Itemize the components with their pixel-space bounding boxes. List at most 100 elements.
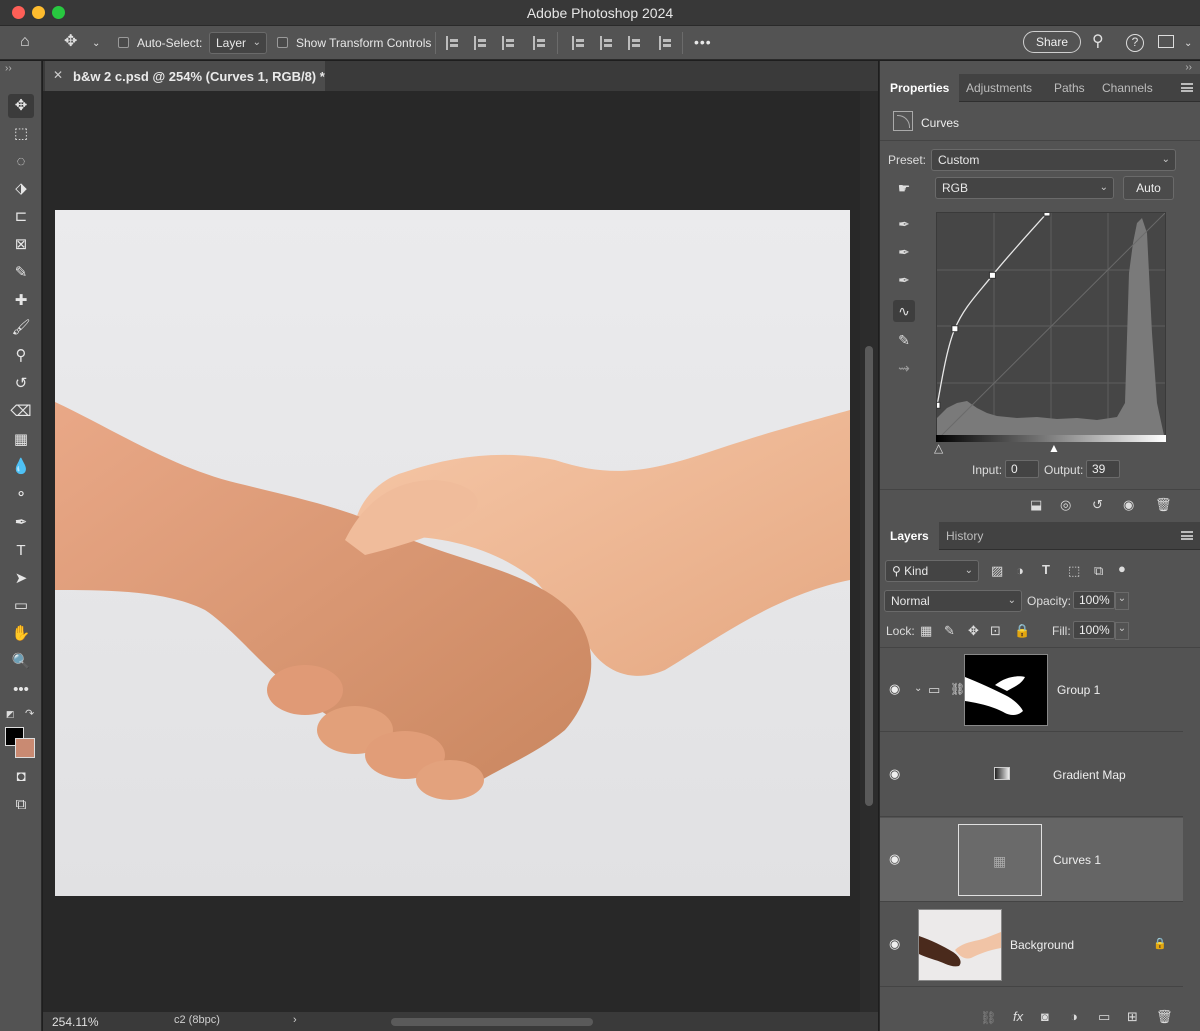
curve-control-point[interactable] bbox=[933, 401, 941, 409]
new-layer-icon[interactable]: ⊞ bbox=[1127, 1009, 1138, 1025]
layer-row-group-1[interactable]: ◉ ⌄ ▭ ⛓ Group 1 bbox=[880, 648, 1183, 732]
new-group-icon[interactable]: ▭ bbox=[1098, 1009, 1110, 1025]
default-colors-icon[interactable]: ◩ bbox=[6, 709, 15, 720]
layer-name[interactable]: Group 1 bbox=[1057, 683, 1100, 697]
lock-position-icon[interactable]: ✥ bbox=[968, 623, 979, 639]
visibility-icon[interactable]: ◉ bbox=[1123, 497, 1134, 513]
layer-row-gradient-map[interactable]: ◉ Gradient Map bbox=[880, 733, 1183, 817]
auto-select-target-dropdown[interactable]: Layer ⌄ bbox=[209, 32, 267, 54]
panel-menu-icon[interactable] bbox=[1181, 83, 1193, 92]
black-slider-handle[interactable]: △ bbox=[934, 441, 943, 455]
lock-image-icon[interactable]: ✎ bbox=[944, 623, 955, 639]
visibility-eye-icon[interactable]: ◉ bbox=[889, 936, 900, 952]
tab-layers[interactable]: Layers bbox=[880, 522, 939, 550]
pencil-draw-icon[interactable]: ✎ bbox=[893, 329, 915, 351]
reset-adjustment-icon[interactable]: ↺ bbox=[1092, 497, 1103, 513]
path-select-tool-icon[interactable]: ➤ bbox=[8, 567, 34, 591]
curve-plot[interactable] bbox=[933, 209, 1166, 441]
lock-transparent-icon[interactable]: ▦ bbox=[920, 623, 932, 639]
distribute-horizontal-icon[interactable] bbox=[659, 36, 673, 50]
output-value-field[interactable]: 39 bbox=[1086, 460, 1120, 478]
canvas-area[interactable] bbox=[43, 91, 860, 1012]
curve-control-point[interactable] bbox=[988, 271, 996, 279]
white-point-eyedropper-icon[interactable]: ✒ bbox=[893, 269, 915, 291]
rectangle-tool-icon[interactable]: ▭ bbox=[8, 594, 34, 618]
type-tool-icon[interactable]: T bbox=[8, 539, 34, 563]
tab-history[interactable]: History bbox=[936, 522, 993, 550]
lock-all-icon[interactable]: 🔒 bbox=[1014, 623, 1030, 639]
visibility-eye-icon[interactable]: ◉ bbox=[889, 681, 900, 697]
gradient-tool-icon[interactable]: ▦ bbox=[8, 428, 34, 452]
auto-select-checkbox[interactable] bbox=[118, 37, 129, 48]
eraser-tool-icon[interactable]: ⌫ bbox=[8, 400, 34, 424]
tab-properties[interactable]: Properties bbox=[880, 74, 960, 102]
delete-layer-icon[interactable]: 🗑 bbox=[1156, 1009, 1173, 1025]
curves-layer-thumbnail[interactable]: ▦ bbox=[958, 824, 1042, 896]
link-layers-icon[interactable]: ⛓ bbox=[980, 1010, 997, 1026]
align-top-icon[interactable] bbox=[572, 36, 586, 50]
chevron-down-icon[interactable]: ⌄ bbox=[92, 36, 100, 52]
expand-group-chevron-icon[interactable]: ⌄ bbox=[914, 683, 922, 694]
curves-graph[interactable] bbox=[933, 209, 1166, 441]
hand-tool-icon[interactable]: ✋ bbox=[8, 622, 34, 646]
group-mask-thumbnail[interactable] bbox=[964, 654, 1048, 726]
view-previous-state-icon[interactable]: ◎ bbox=[1060, 497, 1071, 513]
move-tool-preset-icon[interactable]: ✥ bbox=[64, 34, 77, 50]
filter-type-icon[interactable]: T bbox=[1042, 562, 1050, 577]
vertical-scroll-thumb[interactable] bbox=[865, 346, 873, 806]
collapse-panels-icon[interactable]: ›› bbox=[1185, 62, 1192, 73]
workspace-icon[interactable] bbox=[1158, 35, 1174, 48]
layer-name[interactable]: Background bbox=[1010, 938, 1074, 952]
crop-tool-icon[interactable]: ⊏ bbox=[8, 205, 34, 229]
horizontal-scroll-thumb[interactable] bbox=[391, 1018, 593, 1026]
document-tab[interactable]: ✕ b&w 2 c.psd @ 254% (Curves 1, RGB/8) * bbox=[45, 61, 325, 91]
curve-control-point[interactable] bbox=[951, 325, 959, 333]
object-select-tool-icon[interactable]: ⬗ bbox=[8, 177, 34, 201]
brush-tool-icon[interactable]: 🖌 bbox=[8, 316, 34, 340]
align-center-icon[interactable] bbox=[474, 36, 488, 50]
filter-adjustment-icon[interactable]: ◑ bbox=[1016, 563, 1024, 578]
quick-mask-icon[interactable]: ◘ bbox=[8, 765, 34, 789]
curve-edit-points-icon[interactable]: ∿ bbox=[893, 300, 915, 322]
home-icon[interactable]: ⌂ bbox=[20, 34, 30, 50]
curve-control-point[interactable] bbox=[1043, 209, 1051, 217]
edit-toolbar-icon[interactable]: ••• bbox=[8, 678, 34, 702]
blend-mode-dropdown[interactable]: Normal ⌄ bbox=[884, 590, 1022, 612]
background-layer-thumbnail[interactable] bbox=[918, 909, 1002, 981]
smooth-curve-icon[interactable]: ⇝ bbox=[893, 357, 915, 379]
white-slider-handle[interactable]: ▲ bbox=[1048, 441, 1060, 455]
lasso-tool-icon[interactable]: ◌ bbox=[8, 150, 34, 174]
filter-toggle-icon[interactable]: ● bbox=[1118, 561, 1126, 576]
fill-field[interactable]: 100% bbox=[1073, 621, 1115, 639]
show-transform-checkbox[interactable] bbox=[277, 37, 288, 48]
layer-filter-dropdown[interactable]: ⚲ Kind ⌄ bbox=[885, 560, 979, 582]
layer-row-background[interactable]: ◉ Background 🔒 bbox=[880, 903, 1183, 987]
filter-shape-icon[interactable]: ⬚ bbox=[1068, 563, 1080, 579]
delete-adjustment-icon[interactable]: 🗑 bbox=[1155, 497, 1172, 513]
filter-smart-object-icon[interactable]: ⧉ bbox=[1094, 563, 1103, 579]
screen-mode-icon[interactable]: ⧉ bbox=[8, 793, 34, 817]
visibility-eye-icon[interactable]: ◉ bbox=[889, 766, 900, 782]
more-options-button[interactable]: ••• bbox=[694, 34, 712, 50]
auto-button[interactable]: Auto bbox=[1123, 176, 1174, 200]
marquee-tool-icon[interactable]: ⬚ bbox=[8, 122, 34, 146]
input-value-field[interactable]: 0 bbox=[1005, 460, 1039, 478]
panel-menu-icon[interactable] bbox=[1181, 531, 1193, 540]
preset-dropdown[interactable]: Custom ⌄ bbox=[931, 149, 1176, 171]
tab-channels[interactable]: Channels bbox=[1092, 74, 1163, 102]
layer-name[interactable]: Gradient Map bbox=[1053, 768, 1126, 782]
opacity-field[interactable]: 100% bbox=[1073, 591, 1115, 609]
align-left-icon[interactable] bbox=[446, 36, 460, 50]
tab-paths[interactable]: Paths bbox=[1044, 74, 1095, 102]
history-brush-tool-icon[interactable]: ↺ bbox=[8, 372, 34, 396]
blur-tool-icon[interactable]: 💧 bbox=[8, 455, 34, 479]
document-image[interactable] bbox=[55, 210, 850, 896]
distribute-vertical-icon[interactable] bbox=[533, 36, 547, 50]
align-bottom-icon[interactable] bbox=[628, 36, 642, 50]
vertical-scrollbar[interactable] bbox=[860, 91, 878, 1012]
align-right-icon[interactable] bbox=[502, 36, 516, 50]
eyedropper-tool-icon[interactable]: ✎ bbox=[8, 261, 34, 285]
lock-artboard-icon[interactable]: ⊡ bbox=[990, 623, 1001, 639]
close-tab-icon[interactable]: ✕ bbox=[53, 68, 63, 82]
tab-adjustments[interactable]: Adjustments bbox=[956, 74, 1042, 102]
